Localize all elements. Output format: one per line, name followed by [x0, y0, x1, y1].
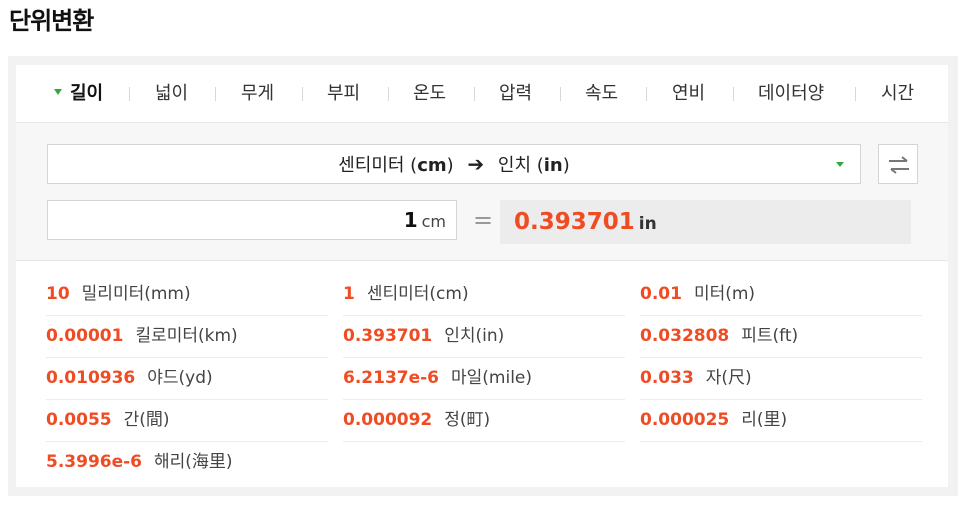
tab-divider — [855, 87, 856, 101]
conversion-unit: 인치(in) — [444, 326, 505, 346]
conversion-value: 0.000025 — [640, 410, 730, 430]
input-value: 1 — [403, 208, 418, 232]
conversion-unit: 간(間) — [123, 410, 170, 430]
conversion-item: 0.01 미터(m) — [640, 273, 922, 316]
tab-speed[interactable]: 속도 — [585, 81, 618, 107]
tab-data-size[interactable]: 데이터양 — [758, 81, 824, 107]
tab-divider — [215, 87, 216, 101]
conversion-unit: 자(尺) — [705, 368, 752, 388]
conversion-value: 0.033 — [640, 368, 694, 388]
unit-converter-card: 길이 넓이 무게 부피 온도 압력 속도 연비 데이터양 시간 센티미터 (cm… — [16, 65, 948, 487]
conversion-value: 0.00001 — [46, 326, 124, 346]
conversion-value: 0.010936 — [46, 368, 136, 388]
result-unit: in — [638, 214, 657, 234]
conversion-value: 0.032808 — [640, 326, 730, 346]
conversion-item: 10 밀리미터(mm) — [46, 273, 328, 316]
page-title: 단위변환 — [9, 7, 94, 35]
conversion-unit: 해리(海里) — [154, 452, 233, 472]
arrow-right-icon: ➔ — [467, 152, 485, 176]
conversion-item: 0.393701 인치(in) — [343, 315, 625, 358]
conversion-item: 0.0055 간(間) — [46, 399, 328, 442]
unit-converter-panel: 길이 넓이 무게 부피 온도 압력 속도 연비 데이터양 시간 센티미터 (cm… — [8, 56, 958, 496]
conversion-value: 5.3996e-6 — [46, 452, 143, 472]
conversion-item: 5.3996e-6 해리(海里) — [46, 441, 328, 484]
tab-label: 넓이 — [155, 83, 189, 104]
conversion-unit: 마일(mile) — [451, 368, 533, 388]
tab-divider — [733, 87, 734, 101]
conversion-unit: 킬로미터(km) — [135, 326, 238, 346]
tab-divider — [646, 87, 647, 101]
to-unit-name: 인치 — [497, 155, 532, 176]
tab-weight[interactable]: 무게 — [241, 81, 274, 107]
conversion-value: 1 — [343, 284, 355, 304]
tab-label: 데이터양 — [758, 83, 825, 104]
conversion-unit: 밀리미터(mm) — [81, 284, 191, 304]
conversion-value: 0.0055 — [46, 410, 112, 430]
tab-time[interactable]: 시간 — [881, 81, 914, 107]
tab-label: 온도 — [413, 83, 447, 104]
conversion-item: 0.032808 피트(ft) — [640, 315, 922, 358]
tab-length[interactable]: 길이 — [54, 81, 103, 107]
value-input[interactable]: 1 cm — [47, 200, 457, 240]
result-value: 0.393701 — [514, 209, 635, 235]
tab-divider — [302, 87, 303, 101]
tab-volume[interactable]: 부피 — [327, 81, 360, 107]
from-unit-abbr: cm — [417, 155, 447, 176]
conversion-unit: 미터(m) — [693, 284, 756, 304]
conversion-item: 0.000092 정(町) — [343, 399, 625, 442]
conversion-item: 0.00001 킬로미터(km) — [46, 315, 328, 358]
chevron-down-icon — [836, 162, 844, 167]
tab-divider — [129, 87, 130, 101]
tab-label: 부피 — [327, 83, 361, 104]
tab-label: 길이 — [70, 83, 104, 104]
chevron-down-icon — [54, 89, 62, 95]
tab-temperature[interactable]: 온도 — [413, 81, 446, 107]
tab-divider — [474, 87, 475, 101]
swap-icon — [889, 156, 909, 174]
to-unit-abbr: in — [543, 155, 563, 176]
conversion-unit: 리(里) — [741, 410, 788, 430]
conversion-unit: 센티미터(cm) — [366, 284, 469, 304]
conversion-value: 0.000092 — [343, 410, 433, 430]
conversion-value: 6.2137e-6 — [343, 368, 440, 388]
conversion-item: 0.033 자(尺) — [640, 357, 922, 400]
conversion-value: 0.393701 — [343, 326, 433, 346]
tab-area[interactable]: 넓이 — [155, 81, 188, 107]
conversion-item: 0.010936 야드(yd) — [46, 357, 328, 400]
tab-pressure[interactable]: 압력 — [499, 81, 532, 107]
swap-units-button[interactable] — [878, 144, 918, 184]
tab-label: 압력 — [499, 83, 533, 104]
conversion-value: 10 — [46, 284, 70, 304]
conversion-unit: 정(町) — [444, 410, 491, 430]
equals-sign: = — [472, 206, 494, 234]
conversion-unit: 피트(ft) — [741, 326, 799, 346]
conversion-item: 1 센티미터(cm) — [343, 273, 625, 316]
from-unit-name: 센티미터 — [338, 155, 405, 176]
input-unit: cm — [421, 212, 446, 231]
tab-divider — [388, 87, 389, 101]
tab-label: 속도 — [585, 83, 619, 104]
tab-label: 시간 — [881, 83, 915, 104]
conversion-item: 0.000025 리(里) — [640, 399, 922, 442]
conversion-item: 6.2137e-6 마일(mile) — [343, 357, 625, 400]
conversion-value: 0.01 — [640, 284, 682, 304]
tab-label: 무게 — [241, 83, 275, 104]
unit-pair-select[interactable]: 센티미터 (cm) ➔ 인치 (in) — [47, 144, 861, 184]
result-box: 0.393701 in — [500, 200, 911, 244]
conversion-unit: 야드(yd) — [147, 368, 213, 388]
tab-divider — [560, 87, 561, 101]
tab-fuel-economy[interactable]: 연비 — [672, 81, 705, 107]
unit-category-tabs: 길이 넓이 무게 부피 온도 압력 속도 연비 데이터양 시간 — [16, 65, 948, 123]
converter-area: 센티미터 (cm) ➔ 인치 (in) 1 cm = 0.393701 in — [16, 123, 948, 261]
tab-label: 연비 — [672, 83, 706, 104]
